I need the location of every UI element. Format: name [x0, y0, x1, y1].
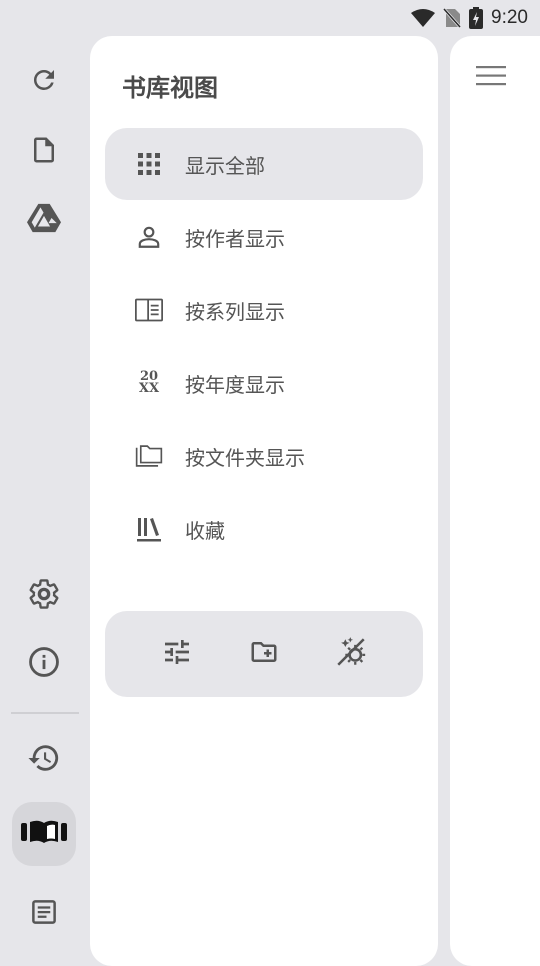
- menu-item-label: 按系列显示: [185, 300, 285, 324]
- grid-icon: [135, 152, 163, 176]
- wifi-icon: [411, 8, 436, 28]
- open-file-button[interactable]: [12, 120, 76, 184]
- settings-button[interactable]: [12, 564, 76, 628]
- hamburger-icon: [476, 65, 506, 91]
- settings-icon: [27, 577, 61, 615]
- library-button[interactable]: [12, 802, 76, 866]
- year-icon-bottom: XX: [138, 381, 160, 396]
- year-icon: 20 XX: [135, 370, 163, 396]
- bookshelf-icon: [135, 517, 163, 542]
- library-view-drawer: 书库视图 显示全部 按作者显示 按系列显示 20 XX 按年度显示 按文件夹显示…: [90, 36, 438, 966]
- status-bar: 9:20: [0, 0, 540, 36]
- series-icon: [135, 298, 163, 322]
- drawer-action-bar: [105, 611, 423, 697]
- folders-icon: [135, 444, 163, 468]
- google-drive-button[interactable]: [12, 188, 76, 252]
- add-folder-button[interactable]: [244, 634, 284, 674]
- theme-toggle-icon: [334, 635, 368, 673]
- new-folder-icon: [247, 637, 281, 671]
- history-button[interactable]: [12, 728, 76, 792]
- menu-item-by-year[interactable]: 20 XX 按年度显示: [105, 347, 423, 419]
- status-clock: 9:20: [491, 7, 528, 28]
- tune-icon: [161, 636, 193, 672]
- history-icon: [27, 741, 61, 779]
- filter-settings-button[interactable]: [157, 634, 197, 674]
- menu-item-label: 按作者显示: [185, 227, 285, 251]
- drive-icon: [27, 202, 61, 238]
- drawer-title: 书库视图: [122, 74, 218, 102]
- battery-charging-icon: [469, 7, 484, 29]
- menu-item-by-author[interactable]: 按作者显示: [105, 201, 423, 273]
- person-icon: [135, 225, 163, 249]
- library-icon: [21, 817, 67, 851]
- status-icons: 9:20: [411, 6, 528, 30]
- menu-item-label: 显示全部: [185, 154, 265, 178]
- about-button[interactable]: [12, 632, 76, 696]
- file-icon: [29, 135, 59, 169]
- notes-icon: [29, 897, 59, 931]
- menu-item-favorites[interactable]: 收藏: [105, 493, 423, 565]
- menu-item-by-folder[interactable]: 按文件夹显示: [105, 420, 423, 492]
- refresh-button[interactable]: [12, 50, 76, 114]
- menu-item-by-series[interactable]: 按系列显示: [105, 274, 423, 346]
- menu-item-label: 收藏: [185, 519, 225, 543]
- menu-item-label: 按文件夹显示: [185, 446, 305, 470]
- refresh-icon: [29, 65, 59, 99]
- no-sim-icon: [443, 8, 462, 28]
- info-icon: [27, 645, 61, 683]
- notes-button[interactable]: [12, 882, 76, 946]
- content-panel: [450, 36, 540, 966]
- theme-toggle-button[interactable]: [331, 634, 371, 674]
- menu-item-show-all[interactable]: 显示全部: [105, 128, 423, 200]
- menu-item-label: 按年度显示: [185, 373, 285, 397]
- rail-divider: [11, 712, 79, 714]
- menu-button[interactable]: [474, 64, 508, 92]
